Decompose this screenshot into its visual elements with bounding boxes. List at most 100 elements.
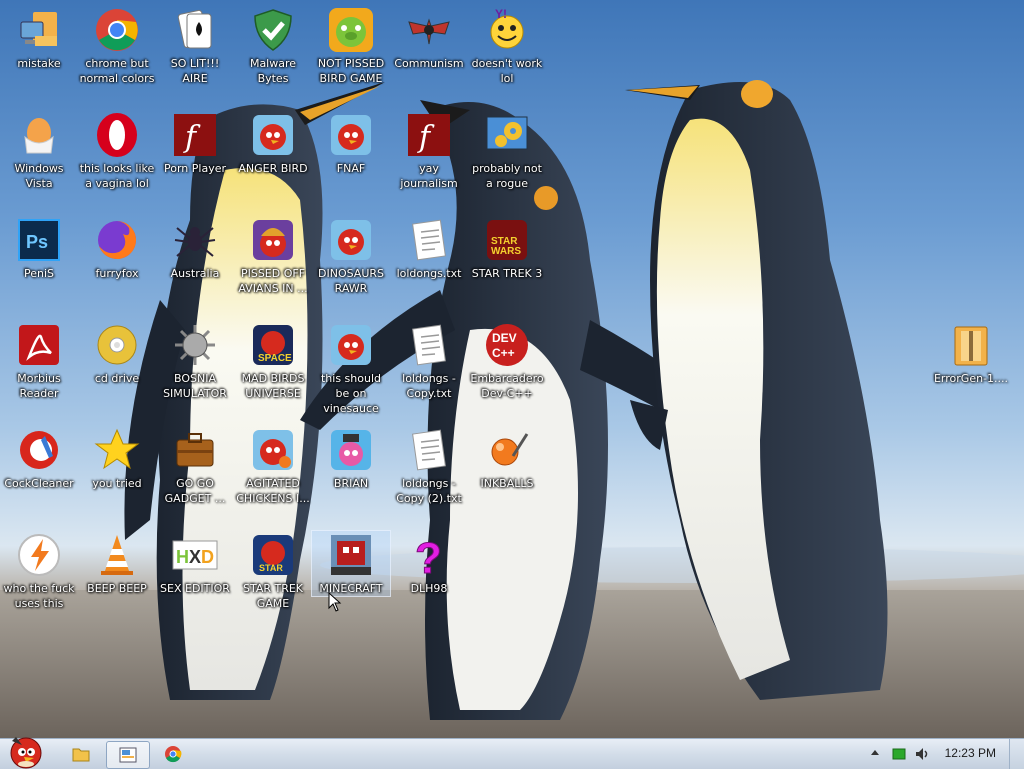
volume-icon[interactable] (914, 746, 930, 762)
spiked-mine-icon (175, 325, 215, 365)
dev-cpp-icon: DEVC++ (486, 324, 528, 366)
desktop-icon-madbirds[interactable]: SPACE MAD BIRDS UNIVERSE (234, 321, 312, 401)
desktop-icon-chrome[interactable]: chrome but normal colors (78, 6, 156, 86)
svg-text:SPACE: SPACE (258, 353, 292, 364)
taskbar-clock[interactable]: 12:23 PM (945, 746, 996, 760)
desktop-icon-loldongscopy2[interactable]: loldongs - Copy (2).txt (390, 426, 468, 506)
gears-window-icon (486, 116, 528, 150)
minecraft-angry-bird-icon (331, 535, 371, 575)
angry-bird-icon (253, 115, 293, 155)
angry-bird-icon (331, 325, 371, 365)
spider-icon (174, 227, 216, 257)
desktop-icon-vinesauce[interactable]: this should be on vinesauce (312, 321, 390, 416)
desktop-icon-rogue[interactable]: probably not a rogue (468, 111, 546, 191)
desktop-icon-fnaf[interactable]: FNAF (312, 111, 390, 176)
desktop[interactable]: mistake chrome but normal colors SO LIT!… (0, 0, 1024, 738)
mouse-cursor-icon (328, 592, 342, 612)
angry-birds-seasons-icon (253, 220, 293, 260)
desktop-icon-photoshop[interactable]: Ps PeniS (0, 216, 78, 281)
chrome-icon (165, 746, 182, 763)
desktop-icon-cockcleaner[interactable]: CockCleaner (0, 426, 78, 491)
flash-icon: f (174, 114, 216, 156)
desktop-icon-malwarebytes[interactable]: Malware Bytes (234, 6, 312, 86)
start-button[interactable] (2, 733, 50, 769)
taskbar: 12:23 PM (0, 737, 1024, 769)
angry-bird-icon (331, 220, 371, 260)
photoshop-icon: Ps (18, 219, 60, 261)
angry-bird-icon (253, 430, 293, 470)
battery-icon[interactable] (892, 747, 906, 761)
angry-birds-star-wars-icon: STAR (253, 535, 293, 575)
desktop-icon-devcpp[interactable]: DEV C++ Embarcadero Dev-C++ (468, 321, 546, 401)
flash-icon: f (408, 114, 450, 156)
text-document-icon (412, 324, 446, 366)
desktop-icon-firefox[interactable]: furryfox (78, 216, 156, 281)
star-wars-game-icon: STARWARS (487, 220, 527, 260)
hex-editor-icon: HXD (172, 540, 218, 570)
desktop-icon-youtried[interactable]: you tried (78, 426, 156, 491)
computer-folder-icon (20, 12, 57, 46)
desktop-icon-dlh98[interactable]: ? DLH98 (390, 531, 468, 596)
svg-text:Y!: Y! (495, 7, 507, 21)
taskbar-explorer-button[interactable] (66, 741, 96, 767)
svg-text:D: D (201, 547, 214, 567)
desktop-icon-australia[interactable]: Australia (156, 216, 234, 281)
desktop-icon-flash1[interactable]: f Porn Player (156, 111, 234, 176)
angry-birds-rio-icon (331, 430, 371, 470)
lightning-icon (18, 534, 60, 576)
desktop-icon-cddrive[interactable]: cd drive (78, 321, 156, 386)
desktop-icon-seasons[interactable]: PISSED OFF AVIANS IN ... (234, 216, 312, 296)
desktop-icon-morbius[interactable]: Morbius Reader (0, 321, 78, 401)
desktop-icon-solitaire[interactable]: SO LIT!!! AIRE (156, 6, 234, 86)
opera-icon (97, 113, 137, 157)
desktop-icon-agitated[interactable]: AGITATED CHICKENS I... (234, 426, 312, 506)
cd-disc-icon (97, 325, 137, 365)
green-pig-icon (329, 8, 373, 52)
desktop-icon-yahoo[interactable]: Y! doesn't work lol (468, 6, 546, 86)
svg-text:DEV: DEV (492, 331, 517, 345)
desktop-icon-opera[interactable]: this looks like a vagina lol (78, 111, 156, 191)
desktop-icon-loldongs[interactable]: loldongs.txt (390, 216, 468, 281)
desktop-icon-minecraft[interactable]: MINECRAFT (311, 530, 391, 597)
desktop-icon-flash2[interactable]: f yay journalism (390, 111, 468, 191)
desktop-icon-mistake[interactable]: mistake (0, 6, 78, 71)
svg-text:X: X (189, 547, 201, 567)
desktop-icon-errorgen[interactable]: ErrorGen-1.... (932, 321, 1010, 386)
desktop-icon-bosnia[interactable]: BOSNIA SIMULATOR (156, 321, 234, 401)
taskbar-chrome-button[interactable] (158, 741, 188, 767)
svg-text:STAR: STAR (259, 563, 283, 573)
desktop-icon-beepbeep[interactable]: BEEP BEEP (78, 531, 156, 596)
desktop-icon-whothefuck[interactable]: who the fuck uses this (0, 531, 78, 611)
desktop-icon-dinosaurs[interactable]: DINOSAURS RAWR (312, 216, 390, 296)
egg-icon (24, 118, 54, 154)
ccleaner-icon (20, 431, 58, 469)
angry-birds-space-icon: SPACE (253, 325, 293, 365)
zip-folder-icon (954, 326, 988, 366)
desktop-icon-vista[interactable]: Windows Vista (0, 111, 78, 191)
shield-check-icon (254, 9, 292, 51)
eagle-emblem-icon (408, 18, 450, 45)
vlc-cone-icon (101, 535, 133, 575)
desktop-icon-startrekgame[interactable]: STAR STAR TREK GAME (234, 531, 312, 611)
active-window-icon (119, 747, 137, 763)
desktop-icon-notpissed[interactable]: NOT PISSED BIRD GAME (312, 6, 390, 86)
desktop-icon-communism[interactable]: Communism (390, 6, 468, 71)
taskbar-active-window-button[interactable] (106, 741, 150, 769)
pdf-reader-icon (19, 325, 59, 365)
desktop-icon-inkballs[interactable]: INKBALLS (468, 426, 546, 491)
show-desktop-button[interactable] (1009, 739, 1024, 769)
svg-text:H: H (176, 547, 189, 567)
desktop-icon-sexeditior[interactable]: HXD SEX EDITIOR (156, 531, 234, 596)
desktop-icon-loldongscopy[interactable]: loldongs - Copy.txt (390, 321, 468, 401)
desktop-icon-brian[interactable]: BRIAN (312, 426, 390, 491)
desktop-icon-startrek3[interactable]: STAR WARS STAR TREK 3 (468, 216, 546, 281)
ink-ball-icon (491, 433, 529, 466)
angry-bird-start-icon (10, 737, 42, 769)
desktop-icon-angerbird[interactable]: ANGER BIRD (234, 111, 312, 176)
question-mark-icon: ? (415, 534, 443, 580)
text-document-icon (412, 219, 446, 261)
svg-text:Ps: Ps (26, 232, 48, 252)
svg-text:WARS: WARS (491, 246, 521, 257)
desktop-icon-gogadget[interactable]: GO GO GADGET ... (156, 426, 234, 506)
tray-expand-arrow-icon[interactable] (870, 748, 880, 758)
